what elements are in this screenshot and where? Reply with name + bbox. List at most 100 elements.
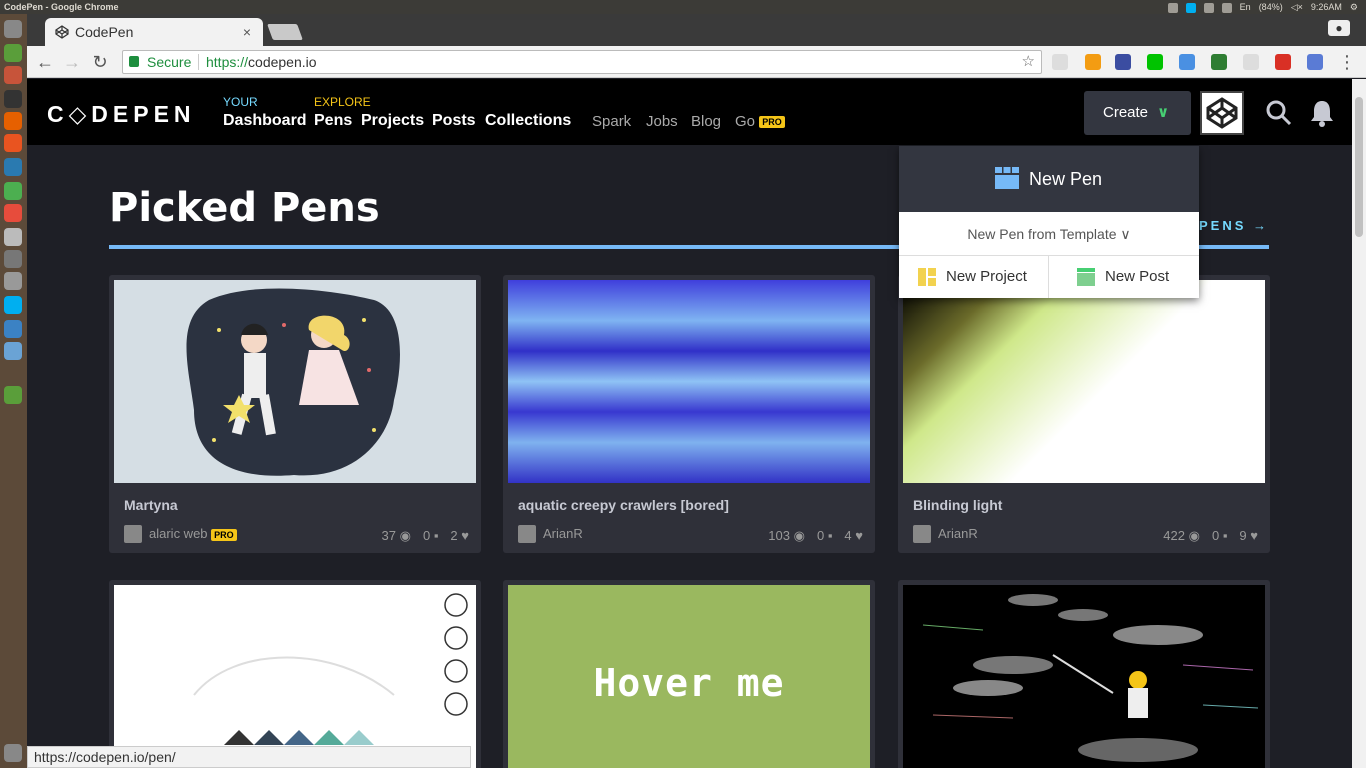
volume-icon[interactable]: ◁× (1291, 0, 1303, 14)
views-count[interactable]: 37 ◉ (382, 528, 411, 544)
author-avatar[interactable] (124, 525, 142, 543)
pen-card[interactable] (109, 580, 481, 768)
extension-bw-icon[interactable] (1211, 54, 1227, 70)
views-count[interactable]: 422 ◉ (1163, 528, 1200, 544)
extension-orange-icon[interactable] (1085, 54, 1101, 70)
author-name[interactable]: ArianR (938, 526, 978, 541)
back-icon[interactable]: ← (33, 50, 57, 74)
pen-preview[interactable]: Hover me (508, 585, 870, 768)
omnibox-divider (198, 54, 199, 70)
extension-shield-icon[interactable] (1115, 54, 1131, 70)
nav-posts[interactable]: Posts (432, 112, 476, 130)
loves-count[interactable]: 4 ♥ (844, 528, 863, 544)
views-count[interactable]: 103 ◉ (768, 528, 805, 544)
nav-jobs[interactable]: Jobs (646, 113, 678, 130)
comments-count[interactable]: 0 ▪ (817, 528, 832, 544)
nav-go[interactable]: Go PRO (735, 113, 785, 130)
app-icon[interactable] (4, 204, 22, 222)
create-button[interactable]: Create ∨ (1084, 91, 1191, 135)
search-icon[interactable] (1265, 99, 1293, 127)
tab-close-icon[interactable]: × (243, 18, 251, 46)
reload-icon[interactable]: ↻ (88, 50, 112, 74)
pen-title[interactable]: Blinding light (913, 497, 1002, 513)
battery-percent[interactable]: (84%) (1259, 0, 1283, 14)
extension-line-icon[interactable] (1147, 54, 1163, 70)
new-pen-button[interactable]: New Pen (899, 146, 1199, 212)
app2-icon[interactable] (4, 250, 22, 268)
nav-blog[interactable]: Blog (691, 113, 721, 130)
terminal-icon[interactable] (4, 90, 22, 108)
skype-icon[interactable] (1185, 3, 1196, 13)
loves-count[interactable]: 9 ♥ (1239, 528, 1258, 544)
chrome-menu-icon[interactable]: ⋮ (1335, 50, 1359, 74)
app4-icon[interactable] (4, 320, 22, 338)
sync2-icon[interactable] (4, 386, 22, 404)
trash-icon[interactable] (4, 744, 22, 762)
pen-title[interactable]: aquatic creepy crawlers [bored] (518, 497, 729, 513)
wifi-icon[interactable] (1221, 3, 1232, 13)
author-avatar[interactable] (518, 525, 536, 543)
comments-count[interactable]: 0 ▪ (1212, 528, 1227, 544)
settings-app-icon[interactable] (4, 228, 22, 246)
clock[interactable]: 9:26AM (1311, 0, 1342, 14)
firefox-icon[interactable] (4, 112, 22, 130)
user-avatar-icon (1206, 97, 1238, 129)
pen-card[interactable]: Blinding light ArianR 422 ◉ 0 ▪ 9 ♥ (898, 275, 1270, 553)
pen-title[interactable]: Martyna (124, 497, 178, 513)
author-avatar[interactable] (913, 525, 931, 543)
address-bar[interactable]: Secure https://codepen.io ☆ (122, 50, 1042, 74)
extension-timer-icon[interactable] (1307, 54, 1323, 70)
heart-icon: ♥ (855, 528, 863, 543)
skype-launcher-icon[interactable] (4, 296, 22, 314)
dash-icon[interactable] (4, 20, 22, 38)
bluetooth-icon[interactable] (1203, 3, 1214, 13)
pen-preview[interactable] (903, 280, 1265, 483)
extension-red-icon[interactable] (1275, 54, 1291, 70)
pen-preview[interactable] (903, 585, 1265, 768)
profile-icon[interactable]: ● (1328, 20, 1350, 36)
forward-icon[interactable]: → (60, 50, 84, 74)
pen-card[interactable] (898, 580, 1270, 768)
sync-icon[interactable] (4, 44, 22, 62)
pen-card[interactable]: Martyna alaric web PRO 37 ◉ 0 ▪ 2 ♥ (109, 275, 481, 553)
new-post-button[interactable]: New Post (1049, 256, 1199, 298)
view-more-pens-link[interactable]: PENS → (1199, 218, 1269, 233)
nav-dashboard[interactable]: Dashboard (223, 112, 307, 130)
nav-collections[interactable]: Collections (485, 112, 571, 130)
settings-icon[interactable] (1167, 3, 1178, 13)
pen-preview[interactable] (114, 280, 476, 483)
author-name[interactable]: ArianR (543, 526, 583, 541)
app5-icon[interactable] (4, 342, 22, 360)
app3-icon[interactable] (4, 272, 22, 290)
loves-count[interactable]: 2 ♥ (450, 528, 469, 544)
nav-projects[interactable]: Projects (361, 112, 424, 130)
scrollbar-thumb[interactable] (1355, 97, 1363, 237)
codepen-logo[interactable]: C◇DEPEN (47, 101, 196, 128)
bookmark-star-icon[interactable]: ☆ (1022, 51, 1035, 73)
new-tab-button[interactable] (267, 24, 303, 40)
power-icon[interactable]: ⚙ (1350, 0, 1358, 14)
new-pen-label: New Pen (1029, 169, 1103, 189)
new-pen-from-template-button[interactable]: New Pen from Template ∨ (899, 212, 1199, 256)
nav-spark[interactable]: Spark (592, 113, 631, 130)
pen-card[interactable]: Hover me (503, 580, 875, 768)
chrome-icon[interactable] (4, 182, 22, 200)
avatar[interactable] (1200, 91, 1244, 135)
extension-es-icon[interactable] (1052, 54, 1068, 70)
bell-icon[interactable] (1310, 99, 1334, 127)
keyboard-lang[interactable]: En (1240, 0, 1251, 14)
pen-preview[interactable] (114, 585, 476, 768)
software-icon[interactable] (4, 134, 22, 152)
nav-pens[interactable]: Pens (314, 112, 352, 130)
files-icon[interactable] (4, 66, 22, 84)
writer-icon[interactable] (4, 158, 22, 176)
new-project-button[interactable]: New Project (899, 256, 1049, 298)
pen-preview[interactable] (508, 280, 870, 483)
tab-codepen[interactable]: CodePen × (45, 18, 263, 46)
pen-card[interactable]: aquatic creepy crawlers [bored] ArianR 1… (503, 275, 875, 553)
author-name[interactable]: alaric web PRO (149, 526, 237, 541)
comments-count[interactable]: 0 ▪ (423, 528, 438, 544)
extension-gear-icon[interactable] (1243, 54, 1259, 70)
extension-blue-icon[interactable] (1179, 54, 1195, 70)
page-scrollbar[interactable] (1352, 79, 1366, 768)
